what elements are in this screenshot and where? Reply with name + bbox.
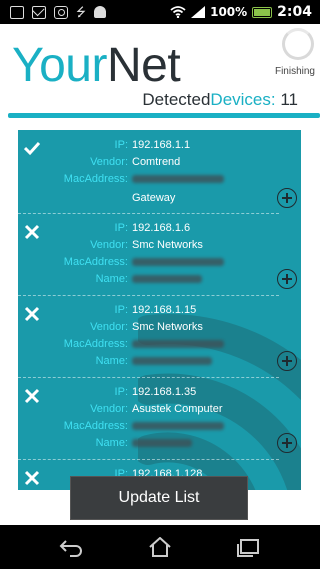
- app-header: YourNet Finishing DetectedDevices: 11: [0, 24, 320, 120]
- name-label: Name:: [95, 273, 128, 285]
- update-list-button[interactable]: Update List: [70, 476, 248, 520]
- ip-value: 192.168.1.35: [132, 386, 197, 398]
- ip-label: IP:: [114, 139, 128, 151]
- add-device-button[interactable]: [277, 351, 297, 371]
- mac-value-redacted: [132, 340, 224, 348]
- vendor-label: Vendor:: [90, 321, 128, 333]
- image-icon: [10, 5, 24, 19]
- name-value: Gateway: [132, 192, 176, 204]
- ip-label: IP:: [114, 304, 128, 316]
- mac-value-redacted: [132, 422, 224, 430]
- mac-value-redacted: [132, 175, 224, 183]
- usb-icon: ⭍: [76, 5, 86, 19]
- device-item[interactable]: IP: 192.168.1.35 Vendor: Asustek Computer …: [18, 378, 297, 460]
- name-label: Name:: [95, 437, 128, 449]
- mac-label: MacAddress:: [63, 256, 128, 268]
- vendor-label: Vendor:: [90, 239, 128, 251]
- detected-devices-count: DetectedDevices: 11: [142, 90, 298, 110]
- mac-label: MacAddress:: [63, 338, 128, 350]
- recent-apps-icon[interactable]: [236, 537, 262, 557]
- device-list[interactable]: IP: 192.168.1.1 Vendor: Comtrend MacAddres…: [18, 130, 301, 490]
- device-item[interactable]: IP: 192.168.1.1 Vendor: Comtrend MacAddres…: [18, 130, 297, 214]
- name-value-redacted: [132, 357, 212, 365]
- devices-label: Devices:: [210, 90, 276, 109]
- wifi-icon: [170, 6, 186, 18]
- mac-label: MacAddress:: [63, 420, 128, 432]
- name-value-redacted: [132, 439, 192, 447]
- ip-value: 192.168.1.6: [132, 222, 191, 234]
- vendor-value: Comtrend: [132, 156, 181, 168]
- mac-value-redacted: [132, 258, 224, 266]
- camera-icon: [54, 5, 68, 19]
- signal-icon: [191, 6, 206, 18]
- device-item[interactable]: IP: 192.168.1.15 Vendor: Smc Networks MacA…: [18, 296, 297, 378]
- header-divider: [8, 113, 320, 118]
- app-logo: YourNet: [12, 38, 181, 94]
- device-count: 11: [280, 90, 298, 109]
- back-icon[interactable]: [58, 537, 84, 557]
- battery-percent: 100%: [210, 5, 248, 19]
- logo-part-net: Net: [106, 39, 181, 92]
- progress-spinner-icon: [282, 28, 314, 60]
- vendor-value: Smc Networks: [132, 321, 203, 333]
- add-device-button[interactable]: [277, 188, 297, 208]
- vendor-value: Asustek Computer: [132, 403, 223, 415]
- mail-icon: [32, 5, 46, 19]
- status-bar: ⭍ 100% 2:04: [0, 0, 320, 24]
- device-item[interactable]: IP: 192.168.1.6 Vendor: Smc Networks MacAd…: [18, 214, 297, 296]
- ip-label: IP:: [114, 222, 128, 234]
- add-device-button[interactable]: [277, 433, 297, 453]
- add-device-button[interactable]: [277, 269, 297, 289]
- detected-label: Detected: [142, 90, 211, 109]
- ip-value: 192.168.1.1: [132, 139, 191, 151]
- vendor-label: Vendor:: [90, 156, 128, 168]
- name-label: Name:: [95, 355, 128, 367]
- name-value-redacted: [132, 275, 202, 283]
- mac-label: MacAddress:: [63, 173, 128, 185]
- battery-icon: [252, 6, 273, 18]
- android-icon: [94, 6, 106, 18]
- home-icon[interactable]: [147, 537, 173, 557]
- ip-value: 192.168.1.15: [132, 304, 197, 316]
- navigation-bar: [0, 525, 320, 569]
- ip-label: IP:: [114, 386, 128, 398]
- vendor-value: Smc Networks: [132, 239, 203, 251]
- clock: 2:04: [277, 4, 312, 20]
- logo-part-your: Your: [12, 39, 107, 92]
- scan-status: Finishing: [274, 66, 315, 77]
- vendor-label: Vendor:: [90, 403, 128, 415]
